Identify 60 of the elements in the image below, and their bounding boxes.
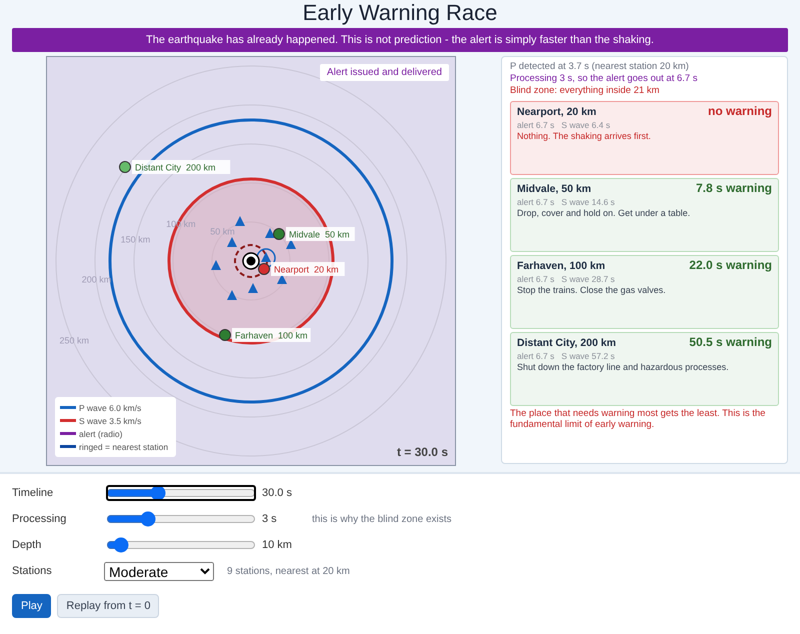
arrival-times: alert 6.7 s S wave 57.2 s bbox=[517, 351, 616, 361]
legend-label: ringed = nearest station bbox=[79, 442, 168, 452]
warning-time: 22.0 s warning bbox=[689, 258, 772, 272]
arrival-times: alert 6.7 s S wave 6.4 s bbox=[517, 120, 612, 130]
station-icon bbox=[227, 290, 237, 300]
station-icon bbox=[248, 283, 258, 293]
summary-line: Blind zone: everything inside 21 km bbox=[510, 85, 660, 97]
slider-value: 10 km bbox=[262, 539, 293, 551]
control-note: 9 stations, nearest at 20 km bbox=[227, 566, 350, 576]
control-label: Processing bbox=[12, 513, 68, 525]
epicenter-icon bbox=[242, 252, 260, 270]
station-icon bbox=[265, 228, 275, 238]
time-readout: t = 30.0 s bbox=[396, 445, 448, 459]
station-icon bbox=[227, 237, 237, 247]
station-icon bbox=[235, 216, 245, 226]
city-name: Midvale, 50 km bbox=[517, 183, 592, 195]
station-icon bbox=[286, 239, 296, 249]
summary-line: P detected at 3.7 s (nearest station 20 km) bbox=[510, 61, 690, 73]
control-label: Timeline bbox=[12, 487, 54, 499]
ring-label: 250 km bbox=[60, 335, 90, 346]
advice-text: Nothing. The shaking arrives first. bbox=[517, 131, 652, 141]
warning-time: 50.5 s warning bbox=[689, 335, 772, 349]
slider-value: 30.0 s bbox=[262, 487, 293, 499]
nearest-station-ring bbox=[256, 248, 276, 268]
control-label: Stations bbox=[12, 565, 53, 577]
page-title: Early Warning Race bbox=[302, 0, 498, 26]
arrival-times: alert 6.7 s S wave 28.7 s bbox=[517, 274, 616, 284]
control-note: this is why the blind zone exists bbox=[312, 514, 452, 524]
slider[interactable] bbox=[106, 485, 256, 501]
ring-label: 50 km bbox=[210, 226, 235, 236]
station-icon bbox=[277, 274, 287, 284]
legend-label: P wave 6.0 km/s bbox=[79, 402, 142, 412]
advice-text: Stop the trains. Close the gas valves. bbox=[517, 285, 667, 295]
warning-time: no warning bbox=[708, 104, 772, 118]
arrival-times: alert 6.7 s S wave 14.6 s bbox=[517, 197, 616, 207]
replay-button[interactable]: Replay from t = 0 bbox=[57, 594, 160, 618]
legend-label: S wave 3.5 km/s bbox=[79, 416, 142, 426]
city-label: Midvale 50 km bbox=[286, 227, 355, 241]
play-button[interactable]: Play bbox=[12, 594, 52, 618]
control-label: Depth bbox=[12, 539, 42, 551]
legend-label: alert (radio) bbox=[79, 428, 122, 438]
ring-label: 150 km bbox=[120, 234, 150, 245]
info-banner: The earthquake has already happened. This is not prediction - the alert is simply faster than the shaking. bbox=[12, 28, 788, 52]
station-icon bbox=[261, 252, 271, 262]
alert-status-label: Alert issued and delivered bbox=[320, 64, 449, 81]
city-label: Farhaven 100 km bbox=[232, 328, 311, 342]
slider-value: 3 s bbox=[262, 513, 278, 525]
station-icon bbox=[211, 260, 221, 270]
city-name: Nearport, 20 km bbox=[517, 106, 596, 118]
conclusion-text: The place that needs warning most gets the least. This is the fundamental limit of early warning. bbox=[510, 408, 766, 430]
city-name: Farhaven, 100 km bbox=[517, 260, 606, 272]
city-name: Distant City, 200 km bbox=[517, 337, 616, 349]
summary-line: Processing 3 s, so the alert goes out at 6.7 s bbox=[510, 73, 698, 85]
warning-time: 7.8 s warning bbox=[696, 181, 772, 195]
stations-dropdown[interactable]: Moderate bbox=[104, 562, 214, 580]
city-label: Distant City 200 km bbox=[132, 160, 230, 174]
advice-text: Drop, cover and hold on. Get under a table. bbox=[517, 208, 692, 218]
advice-text: Shut down the factory line and hazardous processes. bbox=[517, 362, 730, 372]
city-label: Nearport 20 km bbox=[271, 262, 345, 276]
blind-zone-circle bbox=[234, 244, 268, 278]
